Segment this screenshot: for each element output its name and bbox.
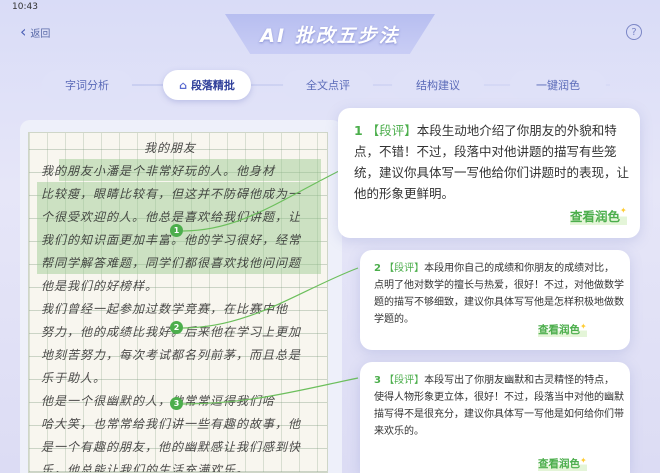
review-tag: 【段评】 xyxy=(384,375,425,386)
page-title: AI 批改五步法 xyxy=(260,24,400,47)
tab-label: 字词分析 xyxy=(65,79,109,92)
help-icon[interactable]: ? xyxy=(626,24,642,40)
essay-line: 他是我们的好榜样。 xyxy=(41,279,159,293)
sparkle-icon: ✦ xyxy=(580,456,587,465)
chevron-left-icon: ‹ xyxy=(20,22,27,41)
button-label: 查看润色 xyxy=(538,458,580,470)
review-index: 2 xyxy=(374,263,381,274)
review-card-3: 3 【段评】本段写出了你朋友幽默和古灵精怪的特点，使得人物形象更立体，很好！不过… xyxy=(360,362,630,473)
review-text: 3 【段评】本段写出了你朋友幽默和古灵精怪的特点，使得人物形象更立体，很好！不过… xyxy=(374,372,624,440)
sparkle-icon: ✦ xyxy=(580,322,587,331)
view-polish-button[interactable]: 查看润色✦ xyxy=(538,456,587,471)
step-tabs: 字词分析 ⌂ 段落精批 全文点评 结构建议 一键润色 xyxy=(30,68,630,102)
tab-label: 结构建议 xyxy=(416,79,460,92)
paragraph-marker-1[interactable]: 1 xyxy=(170,224,183,237)
app-header: ‹ 返回 AI 批改五步法 ? xyxy=(0,14,660,58)
essay-line: 地刻苦努力，每次考试都名列前茅，而且总是 xyxy=(41,348,302,362)
tab-paragraph-review[interactable]: ⌂ 段落精批 xyxy=(163,70,251,100)
tab-structure-suggestion[interactable]: 结构建议 xyxy=(392,70,484,100)
paragraph-marker-3[interactable]: 3 xyxy=(170,397,183,410)
button-label: 查看润色 xyxy=(570,209,621,224)
back-label: 返回 xyxy=(30,28,51,40)
sparkle-icon: ✦ xyxy=(620,206,627,215)
review-text: 1 【段评】本段生动地介绍了你朋友的外貌和特点，不错！不过，段落中对他讲题的描写… xyxy=(354,120,632,204)
essay-line: 比较瘦，眼睛比较有，但这并不防碍他成为一 xyxy=(41,187,302,201)
view-polish-button[interactable]: 查看润色✦ xyxy=(538,322,587,337)
review-tag: 【段评】 xyxy=(366,123,417,138)
review-text: 2 【段评】本段用你自己的成绩和你朋友的成绩对比，点明了他对数学的擅长与热爱，很… xyxy=(374,260,624,328)
review-card-2: 2 【段评】本段用你自己的成绩和你朋友的成绩对比，点明了他对数学的擅长与热爱，很… xyxy=(360,250,630,350)
handwritten-essay-photo: 我的朋友 我的朋友小潘是个非常好玩的人。他身材 比较瘦，眼睛比较有，但这并不防碍… xyxy=(28,132,328,473)
essay-line: 他是一个很幽默的人，他常常逗得我们哈 xyxy=(41,394,276,408)
paragraph-marker-2[interactable]: 2 xyxy=(170,321,183,334)
essay-line: 是一个有趣的朋友，他的幽默感让我们感到快 xyxy=(41,440,302,454)
essay-line: 我们曾经一起参加过数学竞赛，在比赛中他 xyxy=(41,302,289,316)
status-time: 10:43 xyxy=(12,2,38,12)
essay-line: 我的朋友小潘是个非常好玩的人。他身材 xyxy=(41,164,276,178)
tab-label: 全文点评 xyxy=(306,79,350,92)
essay-line: 个很受欢迎的人。他总是喜欢给我们讲题，让 xyxy=(41,210,302,224)
button-label: 查看润色 xyxy=(538,324,580,336)
home-icon: ⌂ xyxy=(179,78,187,92)
review-index: 3 xyxy=(374,375,381,386)
review-tag: 【段评】 xyxy=(384,263,425,274)
essay-title: 我的朋友 xyxy=(144,141,197,155)
tab-full-text-comment[interactable]: 全文点评 xyxy=(283,70,373,100)
tab-word-analysis[interactable]: 字词分析 xyxy=(42,70,132,100)
essay-line: 乐，他总能让我们的生活充满欢乐。 xyxy=(41,463,250,473)
back-button[interactable]: ‹ 返回 xyxy=(20,24,50,40)
essay-line: 乐于助人。 xyxy=(41,371,107,385)
review-card-1: 1 【段评】本段生动地介绍了你朋友的外貌和特点，不错！不过，段落中对他讲题的描写… xyxy=(338,108,640,238)
view-polish-button[interactable]: 查看润色✦ xyxy=(570,206,627,225)
tab-one-click-polish[interactable]: 一键润色 xyxy=(510,70,606,100)
review-index: 1 xyxy=(354,123,363,138)
essay-line: 帮同学解答难题，同学们都很喜欢找他问问题 xyxy=(41,256,302,270)
essay-line: 哈大笑，也常常给我们讲一些有趣的故事，他 xyxy=(41,417,302,431)
page-title-plate: AI 批改五步法 xyxy=(225,14,435,54)
tab-label: 一键润色 xyxy=(536,79,580,92)
tab-label: 段落精批 xyxy=(190,79,235,92)
